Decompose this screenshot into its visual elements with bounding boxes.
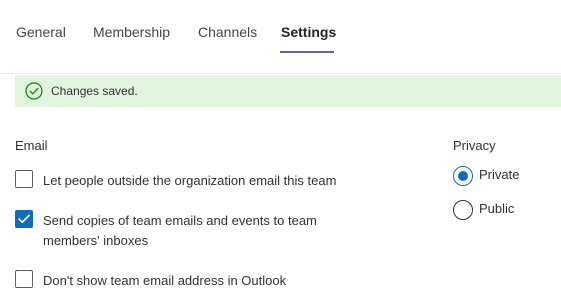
checkmark-circle-icon	[25, 82, 43, 100]
tab-settings[interactable]: Settings	[281, 24, 336, 40]
tabs-divider	[0, 73, 561, 74]
privacy-option-public: Public	[453, 200, 561, 220]
private-label: Private	[479, 167, 520, 182]
outside-org-checkbox[interactable]	[15, 170, 33, 188]
public-radio[interactable]	[453, 200, 473, 220]
banner-message: Changes saved.	[51, 84, 138, 98]
radio-selected-dot	[458, 171, 468, 181]
tab-channels[interactable]: Channels	[198, 24, 257, 40]
email-option-hide-address: Don't show team email address in Outlook	[15, 270, 415, 290]
send-copies-checkbox[interactable]	[15, 210, 33, 228]
privacy-heading: Privacy	[453, 138, 496, 153]
active-tab-indicator	[280, 51, 334, 53]
hide-address-checkbox[interactable]	[15, 270, 33, 288]
public-label: Public	[479, 201, 515, 216]
hide-address-label: Don't show team email address in Outlook	[43, 273, 287, 288]
tab-bar: General Membership Channels Settings	[0, 0, 561, 56]
privacy-option-private: Private	[453, 166, 561, 186]
outside-org-label: Let people outside the organization emai…	[43, 173, 337, 188]
team-settings-panel: General Membership Channels Settings Cha…	[0, 0, 561, 308]
private-radio[interactable]	[453, 166, 473, 186]
tab-general[interactable]: General	[16, 24, 66, 40]
send-copies-label: Send copies of team emails and events to…	[43, 213, 317, 248]
email-option-send-copies: Send copies of team emails and events to…	[15, 210, 415, 250]
success-banner: Changes saved.	[15, 75, 561, 107]
email-option-outside-org: Let people outside the organization emai…	[15, 170, 415, 190]
email-heading: Email	[15, 138, 48, 153]
tab-membership[interactable]: Membership	[93, 24, 170, 40]
checkmark-icon	[18, 214, 30, 223]
